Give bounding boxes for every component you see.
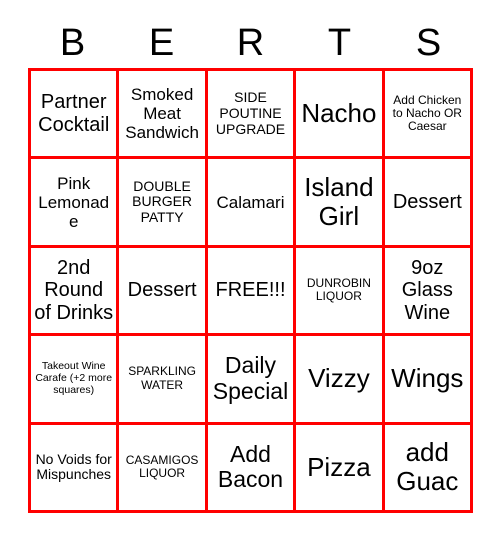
header-letter-3: R [236, 22, 265, 64]
bingo-cell-label: SPARKLING WATER [128, 364, 196, 392]
bingo-cell-r3c4[interactable]: DUNROBIN LIQUOR [296, 247, 385, 337]
bingo-grid: Partner Cocktail Smoked Meat Sandwich SI… [28, 68, 473, 513]
bingo-cell-label: CASAMIGOS LIQUOR [125, 452, 199, 481]
bingo-cell-label: Wings [391, 363, 464, 394]
bingo-cell-r5c4[interactable]: Pizza [296, 424, 385, 513]
bingo-cell-r3c3-free[interactable]: FREE!!! [207, 247, 297, 337]
bingo-cell-label: Dessert [392, 190, 462, 213]
bingo-cell-r3c2[interactable]: Dessert [119, 247, 208, 337]
bingo-cell-r2c3[interactable]: Calamari [207, 159, 297, 248]
bingo-cell-label: 2nd Round of Drinks [34, 256, 114, 324]
bingo-cell-label: No Voids for Mispunches [35, 450, 112, 483]
bingo-cell-label: Smoked Meat Sandwich [125, 85, 199, 143]
bingo-cell-label: Takeout Wine Carafe (+2 more squares) [35, 360, 113, 396]
header-letter-4: T [327, 22, 352, 64]
bingo-cell-label: Partner Cocktail [38, 91, 110, 136]
bingo-cell-r3c1[interactable]: 2nd Round of Drinks [31, 247, 120, 337]
bingo-cell-r5c1[interactable]: No Voids for Mispunches [31, 424, 120, 513]
bingo-cell-r1c4[interactable]: Nacho [296, 71, 385, 160]
bingo-cell-label: DUNROBIN LIQUOR [306, 276, 371, 304]
bingo-cell-r5c3[interactable]: Add Bacon [207, 424, 297, 513]
bingo-cell-label: Calamari [216, 192, 285, 212]
bingo-cell-label: FREE!!! [215, 279, 286, 302]
bingo-cell-r4c1[interactable]: Takeout Wine Carafe (+2 more squares) [31, 336, 120, 425]
bingo-cell-r2c5[interactable]: Dessert [384, 159, 473, 248]
bingo-cell-label: Island Girl [304, 171, 374, 232]
header-letter-2: E [148, 22, 175, 64]
bingo-cell-label: add Guac [396, 437, 459, 497]
bingo-cell-r1c5[interactable]: Add Chicken to Nacho OR Caesar [384, 71, 473, 160]
bingo-cell-label: Nacho [301, 98, 377, 129]
bingo-cell-r1c1[interactable]: Partner Cocktail [31, 71, 120, 160]
header-letter-1: B [59, 22, 86, 64]
bingo-cell-label: Vizzy [308, 363, 370, 394]
bingo-cell-label: Pizza [307, 451, 371, 482]
bingo-cell-r1c2[interactable]: Smoked Meat Sandwich [119, 71, 208, 160]
bingo-cell-label: Daily Special [212, 352, 289, 404]
bingo-cell-r5c2[interactable]: CASAMIGOS LIQUOR [119, 424, 208, 513]
bingo-cell-r4c3[interactable]: Daily Special [207, 336, 297, 425]
bingo-cell-label: 9oz Glass Wine [401, 256, 453, 324]
header-letter-5: S [415, 22, 442, 64]
bingo-cell-r4c4[interactable]: Vizzy [296, 336, 385, 425]
bingo-cell-label: Dessert [127, 279, 197, 302]
bingo-cell-r5c5[interactable]: add Guac [384, 424, 473, 513]
bingo-cell-label: SIDE POUTINE UPGRADE [215, 89, 286, 137]
bingo-cell-r4c2[interactable]: SPARKLING WATER [119, 336, 208, 425]
bingo-cell-r2c2[interactable]: DOUBLE BURGER PATTY [119, 159, 208, 248]
bingo-cell-r2c4[interactable]: Island Girl [296, 159, 385, 248]
bingo-header: B E R T S [28, 18, 473, 68]
bingo-cell-r2c1[interactable]: Pink Lemonade [31, 159, 120, 248]
bingo-cell-label: DOUBLE BURGER PATTY [132, 177, 193, 225]
bingo-cell-label: Add Bacon [217, 440, 284, 493]
bingo-cell-r3c5[interactable]: 9oz Glass Wine [384, 247, 473, 337]
bingo-cell-label: Add Chicken to Nacho OR Caesar [392, 92, 462, 134]
bingo-cell-label: Pink Lemonade [38, 173, 110, 231]
bingo-card: B E R T S Partner Cocktail Smoked Meat S… [0, 0, 501, 544]
bingo-cell-r4c5[interactable]: Wings [384, 336, 473, 425]
bingo-cell-r1c3[interactable]: SIDE POUTINE UPGRADE [207, 71, 297, 160]
